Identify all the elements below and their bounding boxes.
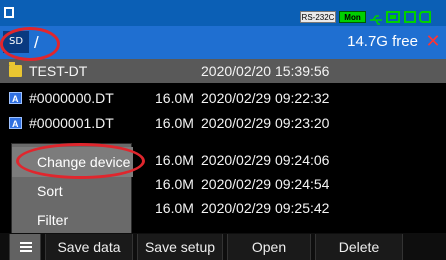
menu-item-sort[interactable]: Sort (12, 176, 133, 206)
device-button[interactable]: SD (3, 31, 29, 53)
lan-icon (386, 11, 400, 23)
menu-item-change-device[interactable]: Change device (12, 147, 133, 177)
list-item[interactable]: #0000001.DT 16.0M 2020/02/29 09:23:20 (0, 111, 446, 136)
current-path: / (34, 33, 39, 52)
menu-item-filter[interactable]: Filter (12, 205, 133, 235)
open-button[interactable]: Open (227, 234, 311, 260)
folder-icon (9, 62, 22, 77)
file-size: 16.0M (155, 90, 194, 106)
file-size: 16.0M (155, 152, 194, 168)
file-date: 2020/02/29 09:25:42 (201, 200, 330, 216)
menu-button[interactable] (9, 234, 41, 260)
free-space: 14.7G free (347, 33, 418, 50)
rs232c-badge: RS-232C (300, 11, 336, 23)
monitor-badge: Mon (339, 11, 366, 23)
file-date: 2020/02/20 15:39:56 (201, 63, 330, 79)
file-name: TEST-DT (29, 63, 88, 79)
usb-icon (369, 11, 383, 25)
function-bar: Save data Save setup Open Delete (0, 233, 446, 260)
save-setup-button[interactable]: Save setup (137, 234, 223, 260)
context-menu: Change device Sort Filter (11, 143, 133, 235)
delete-button[interactable]: Delete (315, 234, 403, 260)
file-date: 2020/02/29 09:24:54 (201, 176, 330, 192)
file-name: #0000001.DT (29, 115, 114, 131)
file-date: 2020/02/29 09:22:32 (201, 90, 330, 106)
list-item-folder[interactable]: TEST-DT 2020/02/20 15:39:56 (0, 59, 446, 83)
list-item[interactable]: #0000000.DT 16.0M 2020/02/29 09:22:32 (0, 86, 446, 111)
hamburger-icon (20, 242, 32, 252)
close-button[interactable]: ✕ (424, 31, 442, 53)
data-file-icon (9, 112, 22, 136)
status-bar: RS-232C Mon (0, 0, 446, 26)
sd-card-icon (404, 11, 416, 23)
file-name: #0000000.DT (29, 90, 114, 106)
window-icon (4, 7, 14, 18)
save-data-button[interactable]: Save data (45, 234, 133, 260)
file-size: 16.0M (155, 176, 194, 192)
data-file-icon (9, 87, 22, 111)
file-date: 2020/02/29 09:24:06 (201, 152, 330, 168)
path-bar: SD / 14.7G free ✕ (0, 26, 446, 59)
battery-icon (419, 11, 431, 23)
file-size: 16.0M (155, 115, 194, 131)
file-date: 2020/02/29 09:23:20 (201, 115, 330, 131)
file-size: 16.0M (155, 200, 194, 216)
